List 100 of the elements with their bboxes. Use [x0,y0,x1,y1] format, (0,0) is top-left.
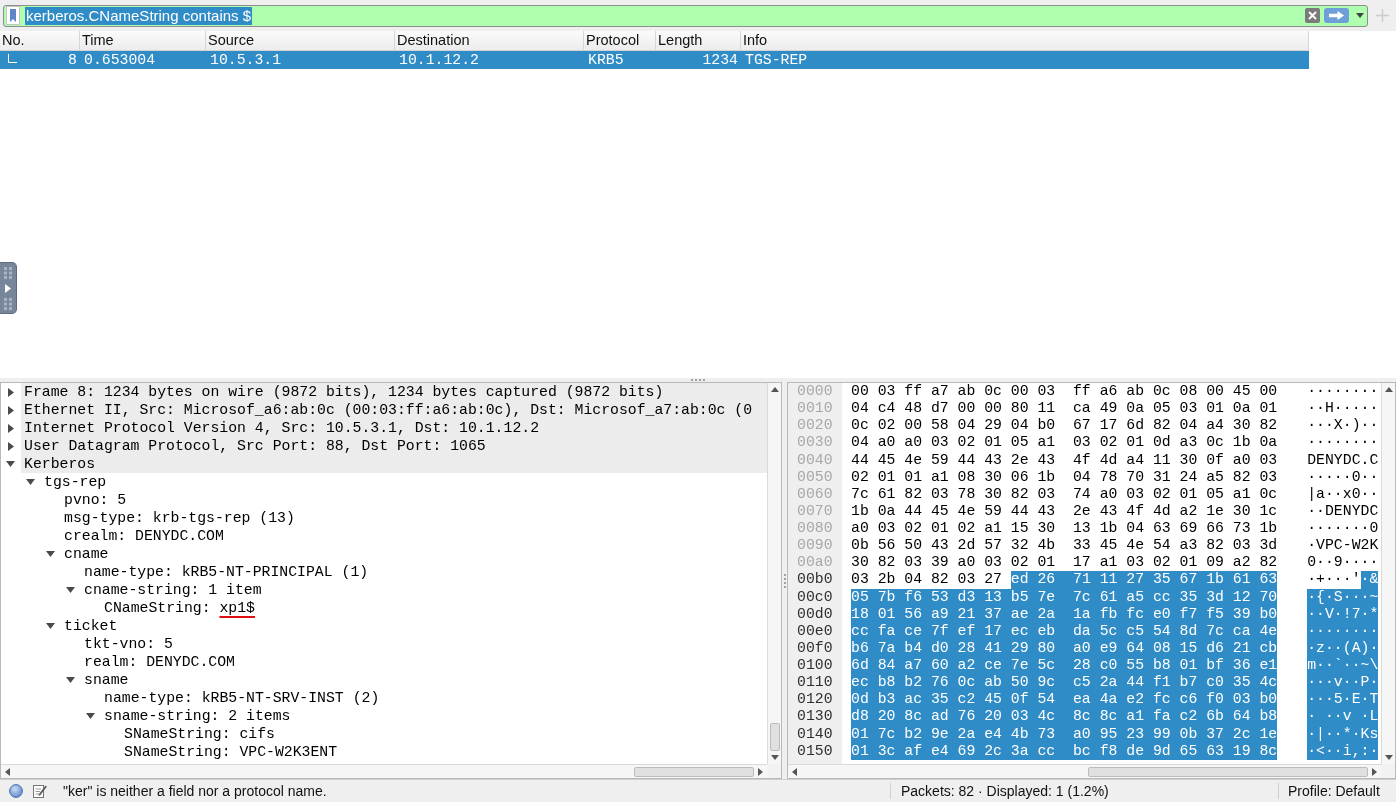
column-header[interactable]: Source [206,31,395,50]
tree-item[interactable]: crealm: DENYDC.COM [61,527,227,545]
tree-item[interactable]: name-type: kRB5-NT-SRV-INST (2) [101,689,383,707]
caret-down-icon[interactable] [6,461,15,467]
packet-row[interactable]: 8 0.653004 10.5.3.1 10.1.12.2 KRB5 1234 TGS-REP [0,51,1309,69]
ascii-text[interactable]: ·+···' [1307,571,1361,589]
hex-bytes[interactable]: 6d 84 a7 60 a2 ce 7e 5c 28 c0 55 b8 01 bf 36 e1 [851,657,1278,675]
tree-item[interactable]: CNameString: xp1$ [101,599,258,617]
caret-right-icon[interactable] [8,423,14,433]
column-header[interactable]: Time [80,31,206,50]
triangle-down-icon[interactable] [1384,755,1393,760]
side-panel-handle[interactable] [0,262,17,314]
filter-field[interactable]: kerberos.CNameString contains $ [3,4,1368,27]
tree-item[interactable]: Ethernet II, Src: Microsof_a6:ab:0c (00:03:ff:a6:ab:0c), Dst: Microsof_a7:ab:0c (0 [21,401,767,419]
tree-item[interactable]: pvno: 5 [61,491,130,509]
ascii-text[interactable]: ··DENYDC [1307,502,1379,520]
caret-down-icon[interactable] [66,587,75,593]
tree-item[interactable]: User Datagram Protocol, Src Port: 88, Dst Port: 1065 [21,437,767,455]
hex-bytes[interactable]: 7c 61 82 03 78 30 82 03 74 a0 03 02 01 05 a1 0c [851,485,1278,503]
ascii-text[interactable]: ·····0·· [1307,468,1379,486]
hex-bytes[interactable]: 04 a0 a0 03 02 01 05 a1 03 02 01 0d a3 0c 1b 0a [851,434,1278,452]
bookmark-icon[interactable] [6,6,20,25]
tree-item[interactable]: msg-type: krb-tgs-rep (13) [61,509,298,527]
grip-dots-icon[interactable] [783,573,786,588]
hex-bytes[interactable]: d8 20 8c ad 76 20 03 4c 8c 8c a1 fa c2 6b 64 b8 [851,708,1278,726]
caret-right-icon[interactable] [8,405,14,415]
hex-bytes[interactable]: 1b 0a 44 45 4e 59 44 43 2e 43 4f 4d a2 1e 30 1c [851,502,1278,520]
caret-down-icon[interactable] [86,713,95,719]
hex-bytes[interactable]: 0b 56 50 43 2d 57 32 4b 33 45 4e 54 a3 82 03 3d [851,537,1278,555]
tree-item[interactable]: Internet Protocol Version 4, Src: 10.5.3.1, Dst: 10.1.12.2 [21,419,767,437]
hex-bytes[interactable]: 30 82 03 39 a0 03 02 01 17 a1 03 02 01 09 a2 82 [851,554,1278,572]
ascii-text[interactable]: · ··v ·L [1307,708,1379,726]
ascii-text[interactable]: |a··x0·· [1307,485,1379,503]
scrollbar-thumb[interactable] [769,723,780,751]
hex-bytes[interactable]: 0d b3 ac 35 c2 45 0f 54 ea 4a e2 fc c6 f0 03 b0 [851,691,1278,709]
scrollbar-thumb[interactable] [1088,766,1368,777]
triangle-up-icon[interactable] [770,387,779,392]
ascii-text[interactable]: ········ [1307,434,1379,452]
ascii-text[interactable]: ·······0 [1307,520,1379,538]
hex-bytes[interactable]: 00 03 ff a7 ab 0c 00 03 ff a6 ab 0c 08 00 45 00 [851,383,1278,401]
column-header[interactable]: Protocol [584,31,656,50]
caret-down-icon[interactable] [26,479,35,485]
caret-down-icon[interactable] [46,551,55,557]
ascii-text[interactable]: m··`··~\ [1307,657,1379,675]
tree-item[interactable]: cname-string: 1 item [81,581,265,599]
tree-item[interactable]: Frame 8: 1234 bytes on wire (9872 bits), 1234 bytes captured (9872 bits) [21,383,767,401]
circle-icon[interactable] [9,784,23,798]
caret-down-icon[interactable] [66,677,75,683]
scrollbar[interactable] [767,383,781,764]
hex-bytes[interactable]: 04 c4 48 d7 00 00 80 11 ca 49 0a 05 03 01 0a 01 [851,400,1278,418]
arrow-right-icon[interactable] [1324,8,1349,23]
column-header[interactable]: Length [656,31,741,50]
tree-item[interactable]: Kerberos [21,455,767,473]
hex-bytes[interactable]: ed 26 71 11 27 35 67 1b 61 63 [1010,571,1278,589]
triangle-left-icon[interactable] [792,767,797,776]
tree-item[interactable]: ticket [61,617,121,635]
tree-item[interactable]: tgs-rep [41,473,110,491]
ascii-text[interactable]: ···v··P· [1307,674,1379,692]
caret-right-icon[interactable] [8,387,14,397]
ascii-text[interactable]: ········ [1307,383,1379,401]
hex-bytes[interactable]: 44 45 4e 59 44 43 2e 43 4f 4d a4 11 30 0f a0 03 [851,451,1278,469]
scrollbar-thumb[interactable] [634,766,754,777]
ascii-text[interactable]: DENYDC.C [1307,451,1379,469]
triangle-right-icon[interactable] [758,767,763,776]
column-header[interactable]: Info [741,31,1309,50]
hex-bytes[interactable]: 03 2b 04 82 03 27 [851,571,1002,589]
triangle-up-icon[interactable] [1384,387,1393,392]
ascii-text[interactable]: ·VPC-W2K [1307,537,1379,555]
caret-down-icon[interactable] [46,623,55,629]
hex-bytes[interactable]: 05 7b f6 53 d3 13 b5 7e 7c 61 a5 cc 35 3d 12 70 [851,588,1278,606]
column-header[interactable]: No. [0,31,80,50]
hex-bytes[interactable]: 0c 02 00 58 04 29 04 b0 67 17 6d 82 04 a4 30 82 [851,417,1278,435]
ascii-text[interactable]: ···5·E·T [1307,691,1379,709]
scrollbar[interactable] [1,764,767,778]
hex-bytes[interactable]: ec b8 b2 76 0c ab 50 9c c5 2a 44 f1 b7 c0 35 4c [851,674,1278,692]
profile-label[interactable]: Profile: Default [1288,783,1380,799]
triangle-left-icon[interactable] [5,767,10,776]
caret-down-icon[interactable] [1356,13,1364,18]
ascii-text[interactable]: ···X·)·· [1307,417,1379,435]
tree-item[interactable]: sname [81,671,132,689]
ascii-text[interactable]: ·{·S···~ [1307,588,1379,606]
ascii-text[interactable]: 0··9···· [1307,554,1379,572]
column-header[interactable]: Destination [395,31,584,50]
triangle-right-icon[interactable] [1372,767,1377,776]
triangle-down-icon[interactable] [770,755,779,760]
hex-bytes[interactable]: a0 03 02 01 02 a1 15 30 13 1b 04 63 69 66 73 1b [851,520,1278,538]
scrollbar[interactable] [788,764,1381,778]
tree-item[interactable]: SNameString: VPC-W2K3ENT [121,743,341,761]
tree-item[interactable]: realm: DENYDC.COM [81,653,238,671]
note-pencil-icon[interactable] [33,784,47,798]
tree-item[interactable]: cname [61,545,112,563]
ascii-text[interactable]: ·& [1360,571,1379,589]
scrollbar[interactable] [1381,383,1395,764]
tree-item[interactable]: tkt-vno: 5 [81,635,176,653]
close-icon[interactable] [1305,8,1320,23]
hex-bytes[interactable]: 02 01 01 a1 08 30 06 1b 04 78 70 31 24 a5 82 03 [851,468,1278,486]
caret-right-icon[interactable] [8,441,14,451]
tree-item[interactable]: SNameString: cifs [121,725,278,743]
tree-item[interactable]: sname-string: 2 items [101,707,294,725]
tree-item[interactable]: name-type: kRB5-NT-PRINCIPAL (1) [81,563,372,581]
